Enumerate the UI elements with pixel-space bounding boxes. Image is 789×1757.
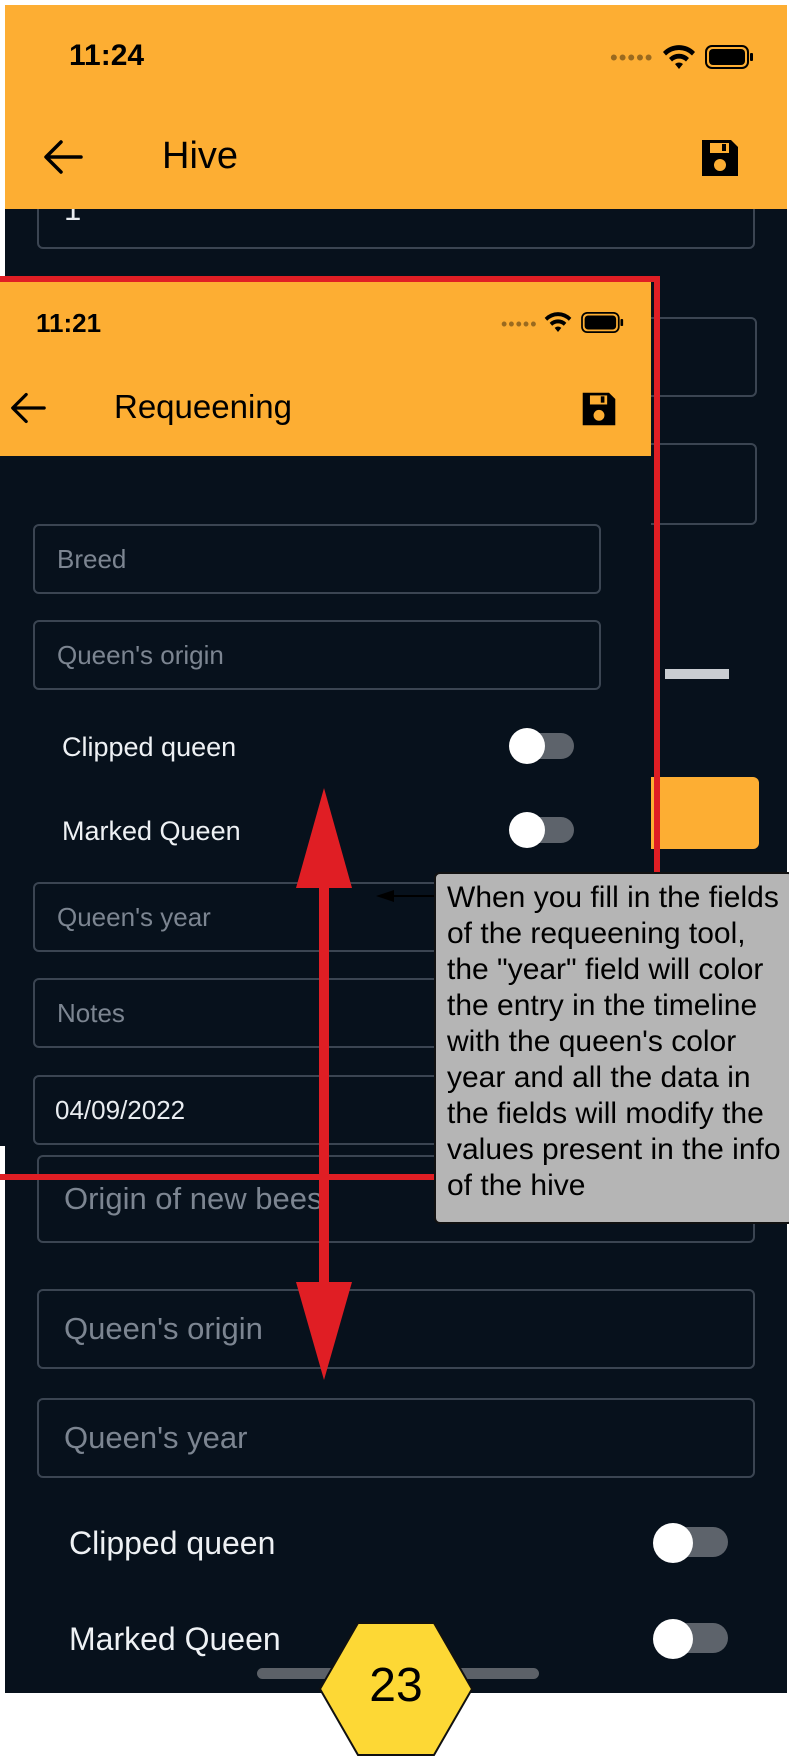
annotation-callout: When you fill in the fields of the reque… (434, 872, 789, 1224)
page-number: 23 (369, 1659, 423, 1712)
